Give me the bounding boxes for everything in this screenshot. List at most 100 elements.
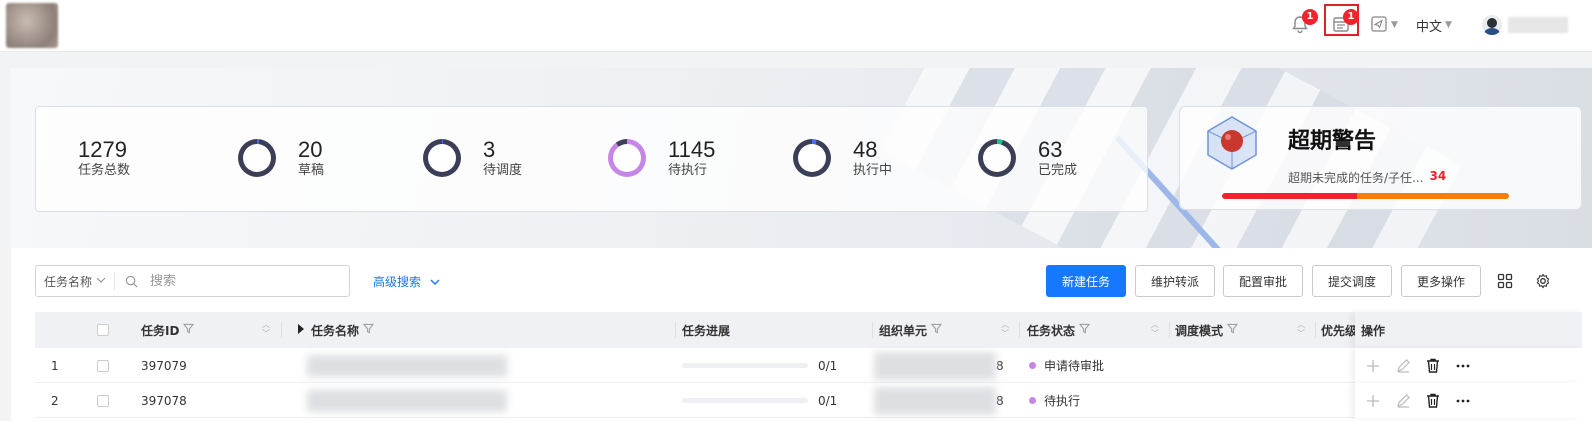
task-name-redacted	[307, 389, 507, 412]
more-actions-button[interactable]: 更多操作	[1401, 265, 1481, 297]
stat-value: 63	[1038, 137, 1063, 162]
column-progress[interactable]: 任务进展	[682, 312, 730, 348]
add-icon[interactable]	[1365, 358, 1381, 374]
stat-pending-schedule[interactable]: 3 待调度	[423, 137, 522, 179]
top-bar: 1 1 ▼ 中文 ▼	[0, 0, 1592, 52]
search-input[interactable]	[150, 267, 331, 295]
app-logo[interactable]	[6, 3, 58, 48]
stat-value: 1145	[668, 137, 716, 162]
overdue-warning-card[interactable]: 超期警告 超期未完成的任务/子任... 34	[1179, 106, 1582, 210]
column-divider[interactable]	[872, 322, 873, 338]
column-label: 任务进展	[682, 323, 731, 338]
filter-icon[interactable]	[1078, 323, 1091, 337]
search-icon	[125, 275, 138, 288]
column-id[interactable]: 任务ID	[141, 312, 195, 348]
org-unit-redacted	[874, 386, 996, 415]
stat-total[interactable]: 1279 任务总数	[78, 137, 130, 179]
column-divider[interactable]	[1169, 322, 1170, 338]
progress-bar	[682, 398, 808, 403]
send-menu[interactable]: ▼	[1370, 10, 1398, 40]
row-checkbox[interactable]	[97, 359, 109, 372]
edit-icon[interactable]	[1395, 358, 1411, 374]
notification-button[interactable]: 1	[1290, 8, 1318, 40]
column-label: 优先级	[1321, 323, 1357, 338]
select-all-checkbox[interactable]	[97, 324, 109, 336]
filter-icon[interactable]	[183, 323, 195, 337]
row-checkbox-cell[interactable]	[97, 383, 109, 418]
caret-down-icon: ▼	[1445, 20, 1452, 30]
stat-label: 任务总数	[78, 163, 131, 178]
new-task-button[interactable]: 新建任务	[1046, 265, 1126, 297]
transfer-button[interactable]: 维护转派	[1135, 265, 1215, 297]
column-label: 操作	[1361, 323, 1386, 338]
column-org[interactable]: 组织单元	[879, 312, 943, 348]
stat-executing[interactable]: 48 执行中	[793, 137, 892, 179]
advanced-search-label: 高级搜索	[373, 275, 422, 289]
header-checkbox-cell[interactable]	[97, 312, 109, 348]
table-row[interactable]: 1 397079 0/1 8 申请待审批	[35, 348, 1582, 383]
column-label: 任务名称	[311, 323, 360, 338]
sort-icon[interactable]: ︿ ﹀	[1297, 320, 1305, 338]
status-text: 待执行	[1044, 394, 1081, 408]
caret-down-icon: ▼	[1391, 20, 1398, 30]
sort-icon[interactable]: ︿ ﹀	[262, 320, 270, 338]
more-icon[interactable]	[1455, 393, 1471, 409]
user-menu[interactable]	[1482, 10, 1568, 40]
caret-right-icon	[297, 323, 305, 337]
add-icon[interactable]	[1365, 393, 1381, 409]
toolbar: 任务名称 高级搜索 新建任务 维护转派 配置审批 提交调度 更多操作	[11, 265, 1592, 299]
stat-completed[interactable]: 63 已完成	[978, 137, 1077, 179]
submit-schedule-button[interactable]: 提交调度	[1312, 265, 1392, 297]
org-unit: 8	[874, 383, 1004, 418]
approval-config-button[interactable]: 配置审批	[1223, 265, 1303, 297]
row-actions	[1355, 348, 1582, 383]
column-name[interactable]: 任务名称	[297, 312, 375, 348]
column-divider[interactable]	[281, 322, 282, 338]
column-divider[interactable]	[675, 322, 676, 338]
column-priority[interactable]: 优先级	[1321, 312, 1357, 348]
trash-icon[interactable]	[1425, 393, 1441, 409]
row-checkbox[interactable]	[97, 394, 109, 407]
todo-badge: 1	[1343, 8, 1359, 25]
todo-button[interactable]: 1	[1331, 8, 1359, 40]
org-unit-suffix: 8	[996, 393, 1004, 408]
stat-draft[interactable]: 20 草稿	[238, 137, 324, 179]
edit-icon[interactable]	[1395, 393, 1411, 409]
column-mode[interactable]: 调度模式	[1175, 312, 1239, 348]
stat-pending-execution[interactable]: 1145 待执行	[608, 137, 715, 179]
task-id[interactable]: 397079	[141, 348, 187, 383]
search-field-select[interactable]: 任务名称	[36, 272, 116, 290]
notification-badge: 1	[1302, 8, 1318, 25]
column-divider[interactable]	[1315, 322, 1316, 338]
column-label: 任务ID	[141, 323, 180, 338]
warning-description: 超期未完成的任务/子任...	[1288, 171, 1424, 185]
trash-icon[interactable]	[1425, 358, 1441, 374]
column-status[interactable]: 任务状态	[1027, 312, 1091, 348]
filter-icon[interactable]	[362, 323, 375, 337]
stat-label: 待执行	[668, 163, 708, 178]
main-panel: 1279 任务总数 20 草稿 3 待调度 1145 待执行 48 执行中 63…	[11, 68, 1592, 421]
todo-list-icon: 1	[1331, 8, 1359, 37]
sort-icon[interactable]: ︿ ﹀	[1001, 320, 1009, 338]
language-selector[interactable]: 中文 ▼	[1416, 10, 1452, 40]
warning-bar-red	[1222, 193, 1357, 199]
stat-label: 已完成	[1038, 163, 1078, 178]
column-label: 组织单元	[879, 323, 928, 338]
row-index: 2	[51, 393, 59, 408]
advanced-search-link[interactable]: 高级搜索	[373, 273, 441, 290]
table-row[interactable]: 2 397078 0/1 8 待执行	[35, 383, 1582, 418]
task-name[interactable]	[307, 383, 507, 418]
task-name[interactable]	[307, 348, 507, 383]
sort-icon[interactable]: ︿ ﹀	[1151, 320, 1159, 338]
warning-count[interactable]: 34	[1430, 169, 1447, 186]
column-divider[interactable]	[1019, 322, 1020, 338]
stat-ring	[608, 139, 646, 177]
task-id[interactable]: 397078	[141, 383, 187, 418]
gear-icon[interactable]	[1533, 271, 1553, 291]
filter-icon[interactable]	[930, 323, 943, 337]
stat-value: 3	[483, 137, 496, 162]
filter-icon[interactable]	[1226, 323, 1239, 337]
layout-grid-icon[interactable]	[1495, 271, 1515, 291]
more-icon[interactable]	[1455, 358, 1471, 374]
row-checkbox-cell[interactable]	[97, 348, 109, 383]
